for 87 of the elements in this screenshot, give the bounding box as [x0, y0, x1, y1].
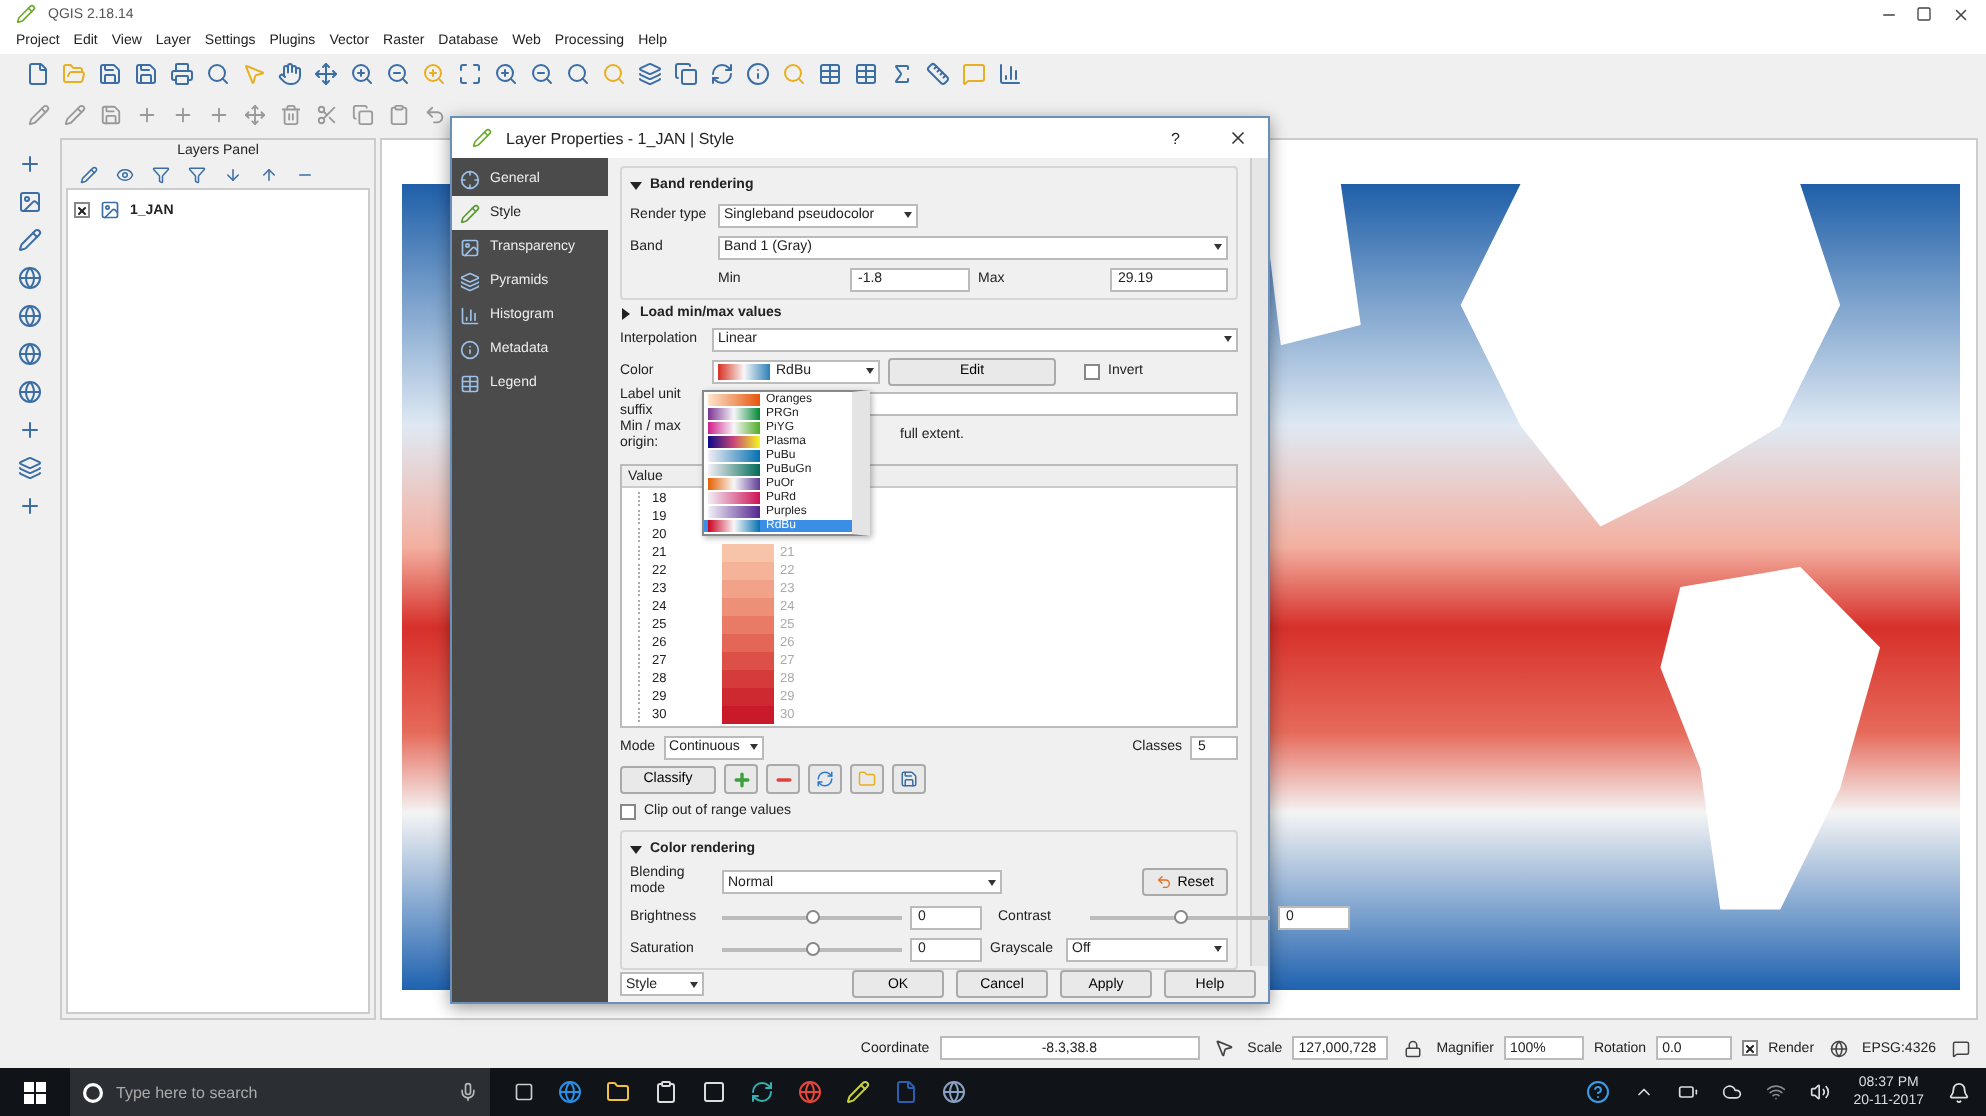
- table-icon: [460, 373, 480, 393]
- slider[interactable]: [722, 909, 902, 925]
- move-icon[interactable]: [240, 100, 268, 128]
- wifi-icon[interactable]: [1765, 1082, 1786, 1102]
- dialog-title: Layer Properties - 1_JAN | Style: [506, 129, 735, 147]
- zoom-full-icon[interactable]: [456, 60, 484, 88]
- slider-thumb[interactable]: [806, 941, 820, 955]
- expand-triangle-icon[interactable]: [630, 181, 642, 189]
- save-icon[interactable]: [96, 100, 124, 128]
- undo-icon: [1155, 874, 1172, 890]
- remove-button[interactable]: [766, 764, 800, 794]
- scissors-icon[interactable]: [312, 100, 340, 128]
- image-icon: [460, 237, 480, 257]
- raster-layer-icon: [96, 196, 124, 224]
- copy-icon[interactable]: [348, 100, 376, 128]
- refresh-icon: [816, 770, 834, 788]
- render-checkbox[interactable]: [1742, 1040, 1759, 1056]
- folder-icon: [858, 770, 876, 788]
- box-icon[interactable]: [702, 1080, 726, 1104]
- add-button[interactable]: [724, 764, 758, 794]
- expand-triangle-icon[interactable]: [630, 845, 642, 853]
- layers-icon: [460, 271, 480, 291]
- zoom-in-icon[interactable]: [492, 60, 520, 88]
- info-icon[interactable]: [744, 60, 772, 88]
- slider-thumb[interactable]: [806, 909, 820, 923]
- color-swatch[interactable]: [722, 688, 774, 706]
- refresh-icon[interactable]: [708, 60, 736, 88]
- taskbar-search-field[interactable]: Type here to search: [70, 1068, 490, 1116]
- color-swatch[interactable]: [722, 670, 774, 688]
- bar-chart-icon[interactable]: [996, 60, 1024, 88]
- cloud-icon[interactable]: [1721, 1082, 1742, 1102]
- microphone-icon[interactable]: [458, 1082, 478, 1102]
- browser-icon[interactable]: [798, 1080, 822, 1104]
- table-icon[interactable]: [816, 60, 844, 88]
- browser-icon[interactable]: [558, 1080, 582, 1104]
- color-swatch[interactable]: [722, 616, 774, 634]
- slider-thumb[interactable]: [1174, 909, 1188, 923]
- crosshair-icon: [460, 169, 480, 189]
- color-swatch[interactable]: [722, 634, 774, 652]
- plus-icon: [731, 769, 751, 789]
- help-icon[interactable]: [1585, 1080, 1610, 1104]
- expand-triangle-icon[interactable]: [622, 307, 630, 319]
- color-swatch[interactable]: [722, 580, 774, 598]
- task-view-icon[interactable]: [514, 1082, 534, 1102]
- notification-icon[interactable]: [1948, 1081, 1970, 1103]
- layer-checkbox[interactable]: [74, 202, 90, 218]
- refresh-button[interactable]: [808, 764, 842, 794]
- pan-hand-icon[interactable]: [276, 60, 304, 88]
- color-swatch[interactable]: [722, 706, 774, 724]
- save-icon[interactable]: [96, 60, 124, 88]
- info-icon: [460, 339, 480, 359]
- slider[interactable]: [722, 941, 902, 957]
- battery-icon[interactable]: [1677, 1082, 1698, 1102]
- folder-icon[interactable]: [606, 1080, 630, 1104]
- scrollbar[interactable]: [1250, 158, 1268, 966]
- save-button[interactable]: [892, 764, 926, 794]
- ruler-icon[interactable]: [924, 60, 952, 88]
- color-swatch[interactable]: [722, 652, 774, 670]
- invert-checkbox[interactable]: [1084, 363, 1100, 379]
- color-swatch[interactable]: [722, 598, 774, 616]
- zoom-out-icon[interactable]: [384, 60, 412, 88]
- circle-icon: [82, 1081, 104, 1103]
- search-icon[interactable]: [564, 60, 592, 88]
- new-file-icon[interactable]: [24, 60, 52, 88]
- move-icon[interactable]: [312, 60, 340, 88]
- document-icon[interactable]: [894, 1080, 918, 1104]
- pencil-icon[interactable]: [846, 1080, 870, 1104]
- zoom-out-icon[interactable]: [528, 60, 556, 88]
- trash-icon[interactable]: [276, 100, 304, 128]
- copy-icon[interactable]: [672, 60, 700, 88]
- print-layout-icon[interactable]: [168, 60, 196, 88]
- clip-checkbox[interactable]: [620, 803, 636, 819]
- app-logo-icon: [12, 0, 40, 28]
- bar-chart-icon: [460, 305, 480, 325]
- zoom-in-icon[interactable]: [348, 60, 376, 88]
- globe-icon[interactable]: [942, 1080, 966, 1104]
- save-as-icon[interactable]: [132, 60, 160, 88]
- volume-icon[interactable]: [1809, 1082, 1830, 1102]
- table-icon[interactable]: [852, 60, 880, 88]
- color-ramp-preview: [718, 363, 770, 379]
- color-swatch[interactable]: [722, 544, 774, 562]
- app-logo-icon: [468, 124, 496, 152]
- help-button[interactable]: ?: [1171, 129, 1180, 147]
- windows-start-icon[interactable]: [24, 1081, 46, 1103]
- save-icon: [900, 770, 918, 788]
- layers-icon[interactable]: [636, 60, 664, 88]
- color-swatch[interactable]: [722, 562, 774, 580]
